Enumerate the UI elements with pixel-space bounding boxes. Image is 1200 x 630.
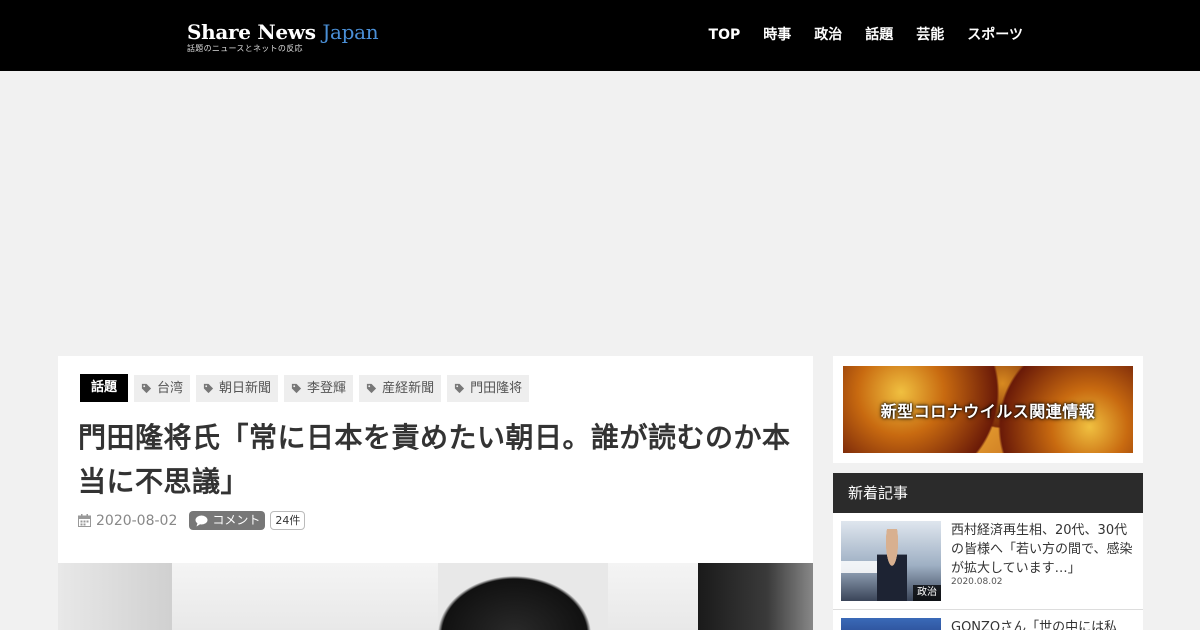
thumbnail-category: 政治: [913, 585, 941, 601]
calendar-icon: [78, 514, 91, 527]
list-item-title[interactable]: 西村経済再生相、20代、30代の皆様へ「若い方の間で、感染が拡大しています…」: [951, 521, 1137, 578]
tag-icon: [454, 383, 465, 393]
logo-tagline: 話題のニュースとネットの反応: [187, 44, 303, 53]
logo-title: Share News Japan: [187, 20, 379, 44]
category-badge[interactable]: 話題: [80, 374, 129, 402]
site-logo[interactable]: Share News Japan 話題のニュースとネットの反応: [187, 20, 379, 53]
nav-sports[interactable]: スポーツ: [967, 25, 1023, 45]
article-tags: 話題 台湾 朝日新聞 李登輝 産経新聞 門田隆将: [80, 374, 535, 402]
list-item-title[interactable]: GONZOさん「世の中には私の…: [951, 618, 1137, 630]
tag-icon: [291, 383, 302, 393]
list-item[interactable]: GONZOさん「世の中には私の…: [833, 610, 1143, 630]
article-card: 話題 台湾 朝日新聞 李登輝 産経新聞 門田隆将 門田隆将氏「常に日本を責めたい…: [58, 356, 813, 630]
article-date: 2020-08-02: [96, 512, 178, 529]
nav-topics[interactable]: 話題: [865, 25, 893, 45]
article-title: 門田隆将氏「常に日本を責めたい朝日。誰が読むのか本当に不思議」: [78, 421, 791, 498]
tag-icon: [141, 383, 152, 393]
tag-icon: [366, 383, 377, 393]
tag-item[interactable]: 台湾: [134, 374, 191, 402]
article-thumbnail[interactable]: [841, 618, 941, 630]
tag-item[interactable]: 朝日新聞: [196, 374, 279, 402]
speech-bubble-icon: [195, 515, 208, 526]
nav-politics[interactable]: 政治: [814, 25, 842, 45]
corona-info-banner[interactable]: 新型コロナウイルス関連情報: [843, 366, 1133, 453]
site-header: Share News Japan 話題のニュースとネットの反応 TOP 時事 政…: [0, 0, 1200, 71]
tag-item[interactable]: 産経新聞: [359, 374, 442, 402]
main-nav: TOP 時事 政治 話題 芸能 スポーツ: [686, 25, 1023, 45]
nav-current-affairs[interactable]: 時事: [763, 25, 791, 45]
tag-item[interactable]: 門田隆将: [447, 374, 530, 402]
list-item-date: 2020.08.02: [951, 577, 1003, 587]
comment-button[interactable]: コメント: [189, 511, 266, 530]
article-meta: 2020-08-02 コメント 24件: [78, 511, 306, 530]
latest-articles-heading: 新着記事: [833, 473, 1143, 513]
article-hero-image: [58, 563, 813, 630]
article-thumbnail[interactable]: 政治: [841, 521, 941, 601]
sidebar-banner-box: 新型コロナウイルス関連情報: [833, 356, 1143, 463]
tag-icon: [203, 383, 214, 393]
banner-text: 新型コロナウイルス関連情報: [880, 402, 1096, 421]
latest-articles-widget: 新着記事 政治 西村経済再生相、20代、30代の皆様へ「若い方の間で、感染が拡大…: [833, 473, 1143, 630]
comment-count[interactable]: 24件: [270, 511, 306, 530]
nav-entertainment[interactable]: 芸能: [916, 25, 944, 45]
tag-item[interactable]: 李登輝: [284, 374, 354, 402]
list-item[interactable]: 政治 西村経済再生相、20代、30代の皆様へ「若い方の間で、感染が拡大しています…: [833, 513, 1143, 610]
nav-top[interactable]: TOP: [709, 25, 741, 45]
